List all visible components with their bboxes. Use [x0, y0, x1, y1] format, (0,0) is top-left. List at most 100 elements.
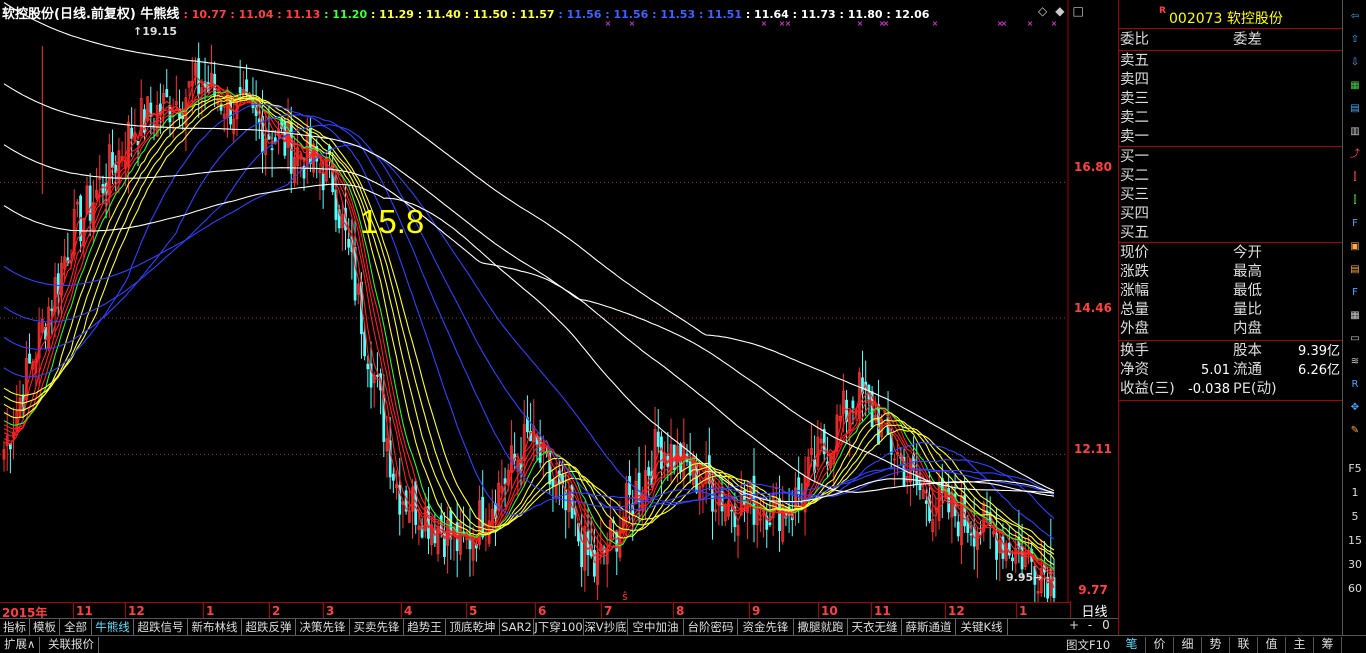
toolbar-period-1[interactable]: 1 — [1343, 486, 1366, 499]
f10-icon[interactable]: F — [1345, 215, 1365, 233]
tab-18[interactable]: 撒腿就跑 — [794, 619, 848, 636]
date-tick — [401, 603, 402, 619]
line-chart-icon[interactable]: ⤴ — [1345, 146, 1365, 164]
date-label: 9 — [752, 604, 761, 618]
panel-tab-4[interactable]: 势 — [1202, 637, 1230, 653]
candle-body — [28, 353, 31, 364]
report-icon[interactable]: ▦ — [1345, 77, 1365, 95]
sheet-icon[interactable]: ▦ — [1345, 307, 1365, 325]
tab-9[interactable]: 买卖先锋 — [350, 619, 404, 636]
tab-17[interactable]: 资金先锋 — [738, 619, 794, 636]
panel-tab-8[interactable]: 筹 — [1314, 637, 1342, 653]
list-icon[interactable]: ▤ — [1345, 100, 1365, 118]
candle-body — [376, 374, 379, 377]
period-label[interactable]: 日线 — [1070, 601, 1118, 620]
arrow-left-icon[interactable]: ⇦ — [1345, 8, 1365, 26]
ma-line — [3, 2, 1055, 492]
diamond-icon[interactable]: ◇ — [1038, 4, 1047, 18]
buy-level-label: 买二 — [1120, 168, 1149, 184]
candle-green-icon[interactable]: ⫿ — [1345, 192, 1365, 210]
ma-line — [3, 94, 1055, 560]
tab-16[interactable]: 台阶密码 — [684, 619, 738, 636]
ma-value: : 11.50 — [460, 8, 508, 21]
tab-add-button[interactable]: + — [1066, 618, 1082, 632]
chart-title-bar: 软控股份(日线.前复权) 牛熊线 : 10.77 : 11.04 : 11.13… — [2, 3, 929, 22]
f10-button[interactable]: 图文F10 — [1066, 637, 1110, 653]
tab-14[interactable]: 深V抄底 — [584, 619, 628, 636]
tab-8[interactable]: 决策先锋 — [296, 619, 350, 636]
ma-line — [3, 89, 1055, 570]
square-icon[interactable]: □ — [1072, 4, 1083, 18]
panel-tab-6[interactable]: 值 — [1258, 637, 1286, 653]
tab-6[interactable]: 新布林线 — [188, 619, 242, 636]
ma-line — [3, 88, 1055, 573]
date-tick — [1016, 603, 1017, 619]
tab-1[interactable]: 指标 — [0, 619, 30, 636]
fin-value: 9.39亿 — [1298, 344, 1340, 359]
chart-canvas[interactable]: × × × × × × ×× × ×× × ×ŝ — [0, 0, 1118, 602]
diamond-filled-icon[interactable]: ◆ — [1055, 4, 1064, 18]
date-label: 6 — [538, 604, 547, 618]
tab-reset-button[interactable]: 0 — [1098, 618, 1114, 632]
quote-icon[interactable]: ▣ — [1345, 238, 1365, 256]
tab-10[interactable]: 趋势王 — [404, 619, 446, 636]
toolbar-period-30[interactable]: 30 — [1343, 558, 1366, 571]
tab-4[interactable]: 牛熊线 — [92, 619, 134, 636]
buy-level-label: 买五 — [1120, 225, 1149, 241]
tab-11[interactable]: 顶底乾坤 — [446, 619, 500, 636]
related-quotes-button[interactable]: 关联报价 — [44, 637, 99, 653]
ma-value: : 11.56 — [554, 8, 602, 21]
tab-13[interactable]: J下穿100 — [534, 619, 584, 636]
tab-3[interactable]: 全部 — [60, 619, 92, 636]
tab-12[interactable]: SAR2 — [500, 619, 534, 636]
tab-15[interactable]: 空中加油 — [628, 619, 684, 636]
buy-level-label: 买一 — [1120, 149, 1149, 165]
kline-chart[interactable]: × × × × × × × × × × × × × ŝ 软控股份(日线.前复权) 牛熊线 : 10.77 … — [0, 0, 1118, 602]
panel-tab-5[interactable]: 联 — [1230, 637, 1258, 653]
doc-icon[interactable]: ▭ — [1345, 330, 1365, 348]
panel-tab-2[interactable]: 价 — [1146, 637, 1174, 653]
tab-21[interactable]: 关键K线 — [956, 619, 1008, 636]
toolbar-period-60[interactable]: 60 — [1343, 582, 1366, 595]
rsi-icon[interactable]: R — [1345, 376, 1365, 394]
panel-tab-3[interactable]: 细 — [1174, 637, 1202, 653]
date-label: 3 — [326, 604, 335, 618]
fin-label: 换手 — [1120, 343, 1149, 359]
draw-icon[interactable]: ✎ — [1345, 422, 1365, 440]
macd-icon[interactable]: ≋ — [1345, 353, 1365, 371]
note-icon[interactable]: ▤ — [1345, 261, 1365, 279]
candle-body — [353, 246, 357, 301]
ma-value: : 10.77 — [183, 8, 227, 21]
chart-annotation-label: 15.8 — [360, 203, 425, 240]
grid-icon[interactable]: ▥ — [1345, 123, 1365, 141]
tab-7[interactable]: 超跌反弹 — [242, 619, 296, 636]
arrow-up-icon[interactable]: ⇧ — [1345, 31, 1365, 49]
toolbar-period-15[interactable]: 15 — [1343, 534, 1366, 547]
candle-icon[interactable]: ⫿ — [1345, 169, 1365, 187]
tab-5[interactable]: 超跌信号 — [134, 619, 188, 636]
low-price-label: 9.95→ — [1006, 571, 1043, 584]
f2-icon[interactable]: F — [1345, 284, 1365, 302]
tab-2[interactable]: 模板 — [30, 619, 60, 636]
move-icon[interactable]: ✥ — [1345, 399, 1365, 417]
date-tick — [73, 603, 74, 619]
tab-19[interactable]: 天衣无缝 — [848, 619, 902, 636]
arrow-down-icon[interactable]: ⇩ — [1345, 54, 1365, 72]
tab-remove-button[interactable]: - — [1082, 618, 1098, 632]
toolbar-period-F5[interactable]: F5 — [1343, 462, 1366, 475]
panel-tab-1[interactable]: 笔 — [1118, 637, 1146, 653]
candle-body — [647, 467, 651, 476]
date-label: 1 — [1019, 604, 1028, 618]
quote-panel: R 002073 软控股份 委比 委差 卖五 卖四 卖三 卖二 卖一 买一 买二 买三 买四 买五… — [1118, 0, 1343, 635]
expand-button[interactable]: 扩展∧ — [0, 637, 41, 653]
candle-body — [165, 89, 169, 98]
toolbar-period-5[interactable]: 5 — [1343, 510, 1366, 523]
tab-20[interactable]: 薛斯通道 — [902, 619, 956, 636]
ma-value: : 11.80 — [835, 8, 883, 21]
ma-value: : 11.57 — [507, 8, 555, 21]
fin-label: 流通 — [1233, 362, 1262, 378]
date-tick — [269, 603, 270, 619]
panel-tab-7[interactable]: 主 — [1286, 637, 1314, 653]
ma-value: : 11.51 — [695, 8, 742, 21]
signal-marker: × — [1027, 19, 1034, 28]
